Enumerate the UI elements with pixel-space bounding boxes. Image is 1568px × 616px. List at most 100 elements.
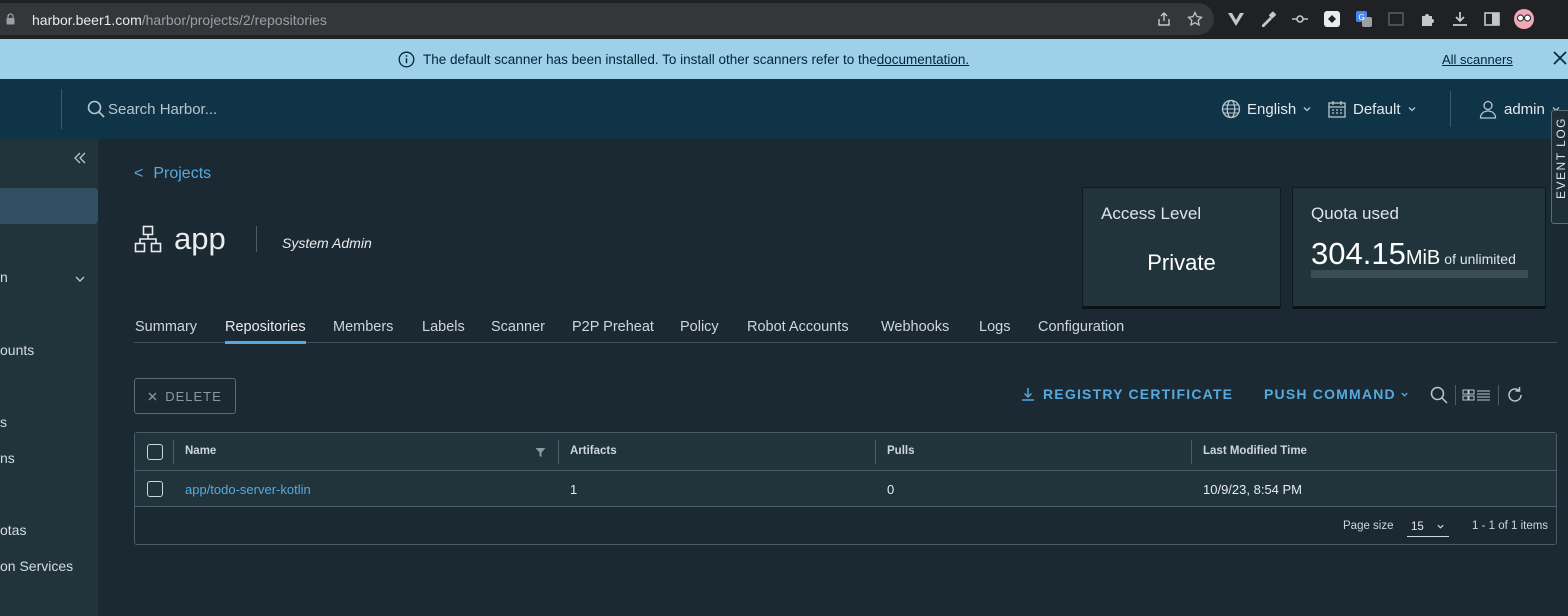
sidebar-item-interrogation-services[interactable]: on Services [0, 558, 73, 574]
window-icon[interactable] [1387, 10, 1405, 28]
extension-box-icon[interactable] [1323, 10, 1341, 28]
tab-configuration[interactable]: Configuration [1038, 319, 1124, 341]
select-all-checkbox[interactable] [147, 444, 163, 460]
chevron-down-icon [1437, 524, 1444, 529]
all-scanners-link[interactable]: All scanners [1442, 52, 1513, 67]
browser-toolbar: harbor.beer1.com/harbor/projects/2/repos… [0, 0, 1568, 39]
banner-message: The default scanner has been installed. … [398, 51, 969, 68]
breadcrumb-projects-link[interactable]: Projects [153, 165, 211, 182]
title-divider [256, 226, 257, 252]
last-modified-time: 10/9/23, 8:54 PM [1203, 482, 1303, 497]
column-header-pulls[interactable]: Pulls [887, 445, 914, 457]
sidebar-item-robot-accounts[interactable]: ounts [0, 342, 34, 358]
sidebar-item-project-quotas[interactable]: otas [0, 522, 26, 538]
quota-limit: of unlimited [1444, 251, 1516, 267]
chevron-down-icon[interactable] [74, 273, 86, 285]
bookmark-star-icon[interactable] [1187, 11, 1203, 27]
download-icon [1022, 388, 1034, 401]
close-icon [148, 392, 157, 400]
column-header-name[interactable]: Name [185, 445, 216, 457]
artifacts-count: 1 [570, 482, 578, 497]
chevron-down-icon [1408, 107, 1415, 112]
repository-name-link[interactable]: app/todo-server-kotlin [185, 482, 311, 497]
project-name: app [174, 221, 226, 256]
repositories-table: Name Artifacts Pulls Last Modified Time … [134, 432, 1557, 545]
language-label: English [1247, 100, 1297, 118]
address-bar[interactable]: harbor.beer1.com/harbor/projects/2/repos… [0, 3, 1214, 35]
tab-scanner[interactable]: Scanner [491, 319, 545, 341]
tab-robot-accounts[interactable]: Robot Accounts [747, 319, 849, 341]
column-divider [173, 440, 174, 464]
tab-labels[interactable]: Labels [422, 319, 465, 341]
column-header-artifacts[interactable]: Artifacts [570, 445, 617, 457]
theme-selector[interactable]: Default [1327, 99, 1417, 119]
tab-p2p-preheat[interactable]: P2P Preheat [572, 319, 654, 341]
access-level-card: Access Level Private [1082, 187, 1281, 309]
download-icon[interactable] [1451, 10, 1469, 28]
collapse-sidebar-icon[interactable] [73, 151, 87, 165]
push-command-dropdown[interactable]: PUSH COMMAND [1264, 386, 1409, 402]
documentation-link[interactable]: documentation. [877, 52, 969, 67]
toolbar-divider [1455, 385, 1456, 405]
quota-unit: MiB [1405, 247, 1441, 269]
event-log-label: EVENT LOG [1554, 117, 1568, 199]
quota-value: 304.15 [1311, 236, 1406, 271]
row-checkbox[interactable] [147, 481, 163, 497]
tab-summary[interactable]: Summary [135, 319, 197, 341]
sidebar-item-administration[interactable]: n [0, 269, 8, 285]
puzzle-extensions-icon[interactable] [1419, 10, 1437, 28]
sidebar-item-projects[interactable] [0, 188, 98, 224]
search-icon[interactable] [1429, 385, 1449, 405]
quota-progress-bar [1311, 270, 1528, 278]
column-divider [558, 440, 559, 464]
event-log-tab[interactable]: EVENT LOG [1551, 110, 1568, 224]
breadcrumb[interactable]: < Projects [134, 165, 211, 183]
url-path: /harbor/projects/2/repositories [141, 12, 327, 28]
info-icon [398, 51, 415, 68]
access-level-title: Access Level [1101, 204, 1202, 223]
git-commit-icon[interactable] [1291, 10, 1309, 28]
sidebar-item-replications[interactable]: ns [0, 450, 15, 466]
close-icon[interactable] [1552, 50, 1568, 66]
tab-policy[interactable]: Policy [680, 319, 719, 341]
translate-icon[interactable]: G [1355, 10, 1373, 28]
project-hierarchy-icon [134, 225, 162, 253]
language-selector[interactable]: English [1221, 99, 1312, 119]
search-input[interactable]: Search Harbor... [108, 101, 217, 118]
profile-avatar-icon[interactable] [1514, 9, 1534, 29]
table-row[interactable]: app/todo-server-kotlin 1 0 10/9/23, 8:54… [135, 471, 1556, 507]
sidebar-item-registries[interactable]: s [0, 414, 7, 430]
page-size-value: 15 [1411, 521, 1424, 533]
tab-repositories[interactable]: Repositories [225, 319, 306, 344]
global-search[interactable]: Search Harbor... [86, 99, 217, 119]
vue-devtools-icon[interactable] [1227, 10, 1245, 28]
side-panel-icon[interactable] [1483, 10, 1501, 28]
share-icon[interactable] [1156, 11, 1172, 27]
tab-logs[interactable]: Logs [979, 319, 1010, 341]
column-divider [1191, 440, 1192, 464]
eyedropper-icon[interactable] [1259, 10, 1277, 28]
registry-certificate-button[interactable]: REGISTRY CERTIFICATE [1021, 386, 1233, 402]
project-tabs: Summary Repositories Members Labels Scan… [134, 319, 1557, 344]
scanner-info-banner: The default scanner has been installed. … [0, 39, 1568, 79]
pagination-count: 1 - 1 of 1 items [1472, 520, 1549, 532]
refresh-icon[interactable] [1505, 385, 1525, 405]
globe-icon [1221, 99, 1241, 119]
page-size-select[interactable]: 15 [1407, 517, 1449, 537]
url-text: harbor.beer1.com/harbor/projects/2/repos… [32, 12, 327, 28]
header-divider [1450, 91, 1451, 127]
delete-button[interactable]: DELETE [134, 378, 236, 414]
theme-label: Default [1353, 100, 1401, 118]
lock-icon [6, 13, 15, 25]
filter-icon[interactable] [535, 447, 546, 458]
column-header-last-modified[interactable]: Last Modified Time [1203, 445, 1307, 457]
quota-card: Quota used 304.15MiB of unlimited [1292, 187, 1546, 309]
sidebar: n ounts s ns otas on Services [0, 139, 98, 616]
delete-label: DELETE [165, 388, 222, 404]
user-menu[interactable]: admin [1478, 99, 1561, 119]
chevron-down-icon [1303, 107, 1311, 112]
view-toggle-icon[interactable] [1462, 385, 1492, 405]
tab-webhooks[interactable]: Webhooks [881, 319, 949, 341]
page-size-label: Page size [1343, 520, 1394, 532]
tab-members[interactable]: Members [333, 319, 393, 341]
